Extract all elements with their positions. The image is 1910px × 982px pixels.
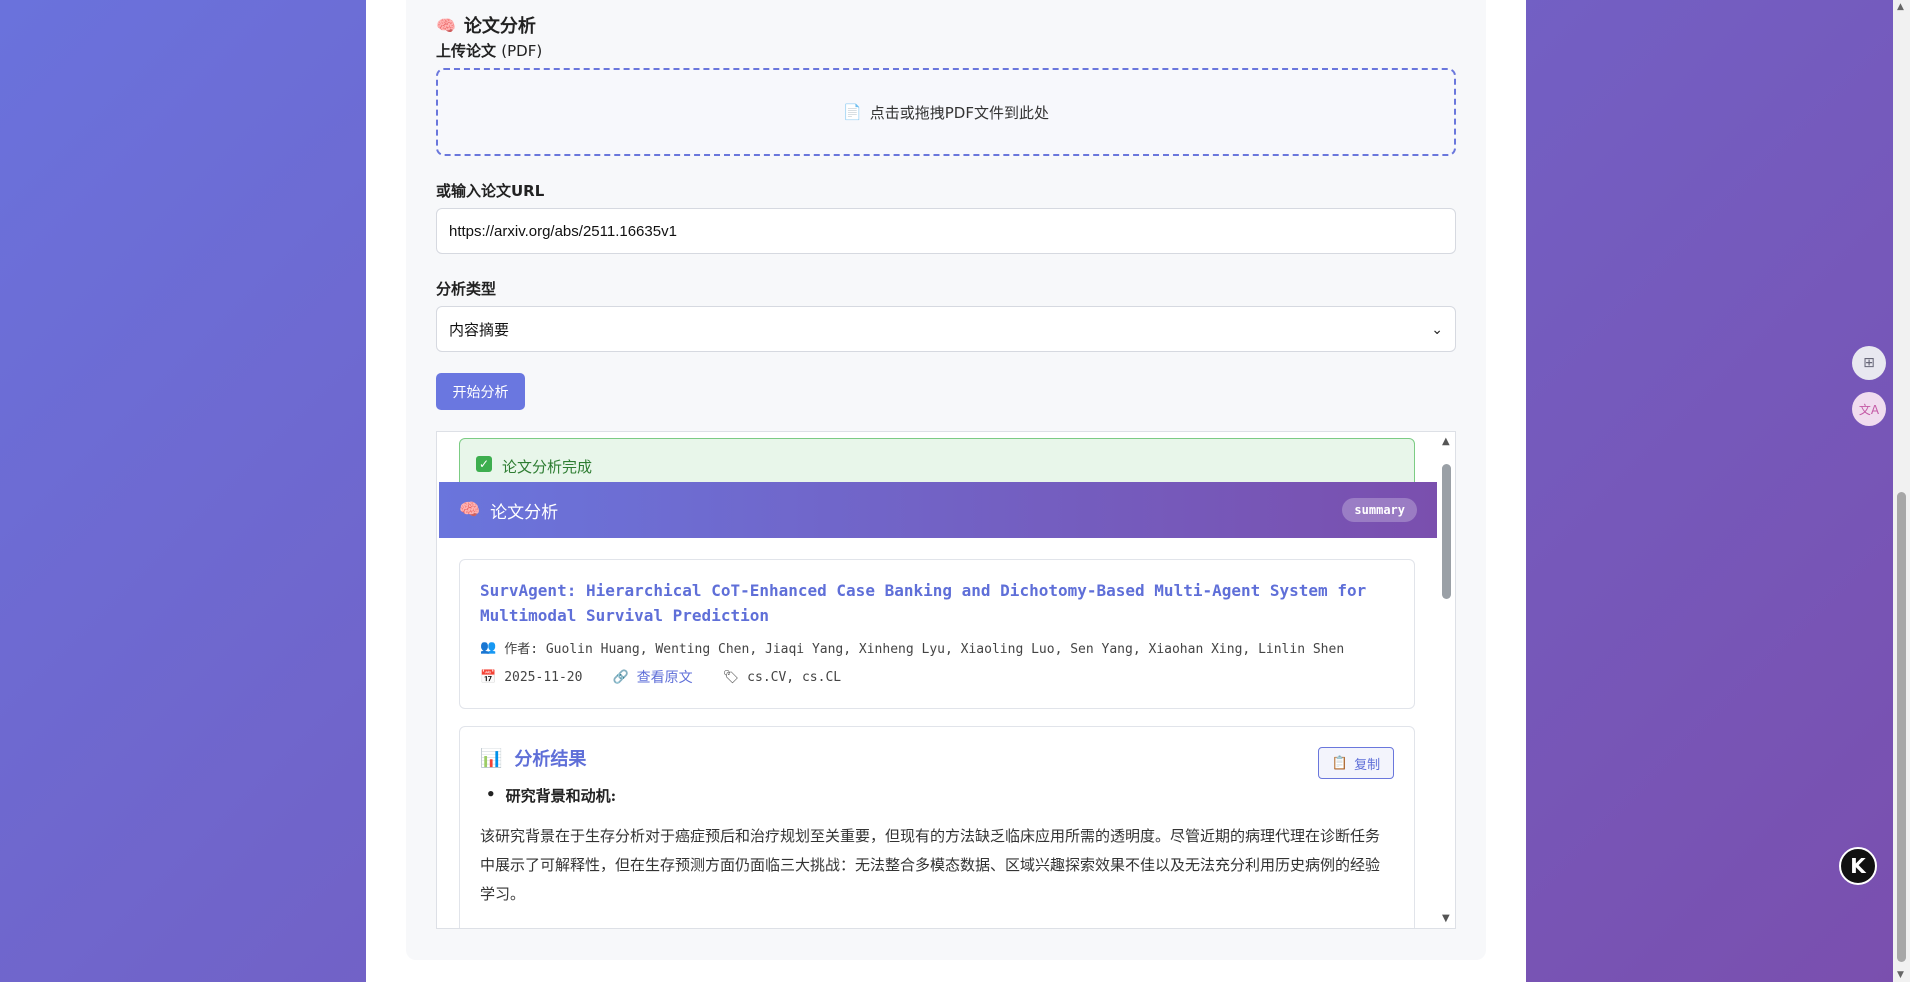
people-icon: 👥: [480, 640, 497, 655]
bullet-text: 研究背景和动机:: [505, 787, 617, 805]
meta-row: 📅 2025-11-20 🔗 查看原文 🏷 cs.CV, cs.CL: [480, 667, 1394, 687]
analysis-result-card: 📊 分析结果 📋 复制 • 研究背景和动机: 该研究背景在于生存分析对于癌症预后…: [459, 726, 1415, 928]
paper-categories: cs.CV, cs.CL: [747, 669, 842, 685]
k-logo-icon[interactable]: K: [1839, 847, 1877, 885]
check-icon: ✓: [476, 456, 492, 472]
calendar-icon: 📅: [480, 669, 497, 685]
dropzone-text: 点击或拖拽PDF文件到此处: [869, 103, 1049, 122]
analysis-header-title: 论文分析: [490, 502, 559, 523]
copy-button[interactable]: 📋 复制: [1318, 747, 1394, 779]
page-scroll-down-icon[interactable]: ▼: [1897, 970, 1904, 980]
analysis-type-value: 内容摘要: [449, 321, 510, 339]
analysis-header: 🧠 论文分析 summary: [439, 482, 1437, 538]
authors-row: 👥 作者: Guolin Huang, Wenting Chen, Jiaqi …: [480, 638, 1394, 657]
analysis-paragraph: 该研究背景在于生存分析对于癌症预后和治疗规划至关重要，但现有的方法缺乏临床应用所…: [480, 827, 1381, 903]
translate-icon[interactable]: 文A: [1852, 392, 1886, 426]
url-input-value: https://arxiv.org/abs/2511.16635v1: [449, 222, 677, 240]
section-title: 🧠 论文分析: [436, 12, 536, 38]
chevron-down-icon: ⌄: [1431, 320, 1443, 337]
bullet-item: • 研究背景和动机:: [486, 785, 617, 805]
pdf-dropzone[interactable]: 📄 点击或拖拽PDF文件到此处: [436, 68, 1456, 156]
clipboard-icon: 📋: [1331, 755, 1349, 771]
analysis-result-title: 📊 分析结果: [480, 747, 587, 771]
analysis-type-badge: summary: [1342, 498, 1417, 522]
page-scrollbar[interactable]: ▲ ▼: [1893, 0, 1910, 982]
paper-authors: 作者: Guolin Huang, Wenting Chen, Jiaqi Ya…: [504, 642, 1345, 657]
url-label: 或输入论文URL: [436, 182, 545, 200]
success-text: 论文分析完成: [502, 458, 593, 476]
result-panel[interactable]: ✓ 论文分析完成 🧠 论文分析 summary SurvAgent: Hiera…: [436, 431, 1456, 929]
start-analysis-button[interactable]: 开始分析: [436, 373, 525, 410]
paper-date: 2025-11-20: [504, 669, 583, 685]
tag-icon: 🏷: [722, 669, 740, 685]
scroll-down-icon[interactable]: ▼: [1442, 913, 1450, 924]
paper-info-card: SurvAgent: Hierarchical CoT-Enhanced Cas…: [459, 559, 1415, 709]
brain-icon: 🧠: [436, 15, 456, 35]
upload-label: 上传论文 (PDF): [436, 42, 543, 60]
result-scrollbar[interactable]: ▲ ▼: [1439, 432, 1455, 928]
analysis-type-select[interactable]: 内容摘要 ⌄: [436, 306, 1456, 352]
page-scrollbar-thumb[interactable]: [1897, 492, 1906, 962]
paper-title[interactable]: SurvAgent: Hierarchical CoT-Enhanced Cas…: [480, 578, 1394, 628]
link-icon: 🔗: [612, 669, 629, 685]
page-scroll-up-icon[interactable]: ▲: [1897, 2, 1904, 12]
result-scrollbar-thumb[interactable]: [1442, 464, 1451, 599]
document-icon: 📄: [843, 103, 862, 121]
brain-icon: 🧠: [459, 500, 481, 520]
bar-chart-icon: 📊: [480, 747, 503, 769]
grid-add-icon[interactable]: ⊞: [1852, 346, 1886, 380]
url-input[interactable]: https://arxiv.org/abs/2511.16635v1: [436, 208, 1456, 254]
section-title-text: 论文分析: [463, 16, 536, 37]
view-original-link[interactable]: 查看原文: [637, 667, 693, 687]
analysis-type-label: 分析类型: [436, 280, 497, 298]
scroll-up-icon[interactable]: ▲: [1442, 436, 1450, 447]
